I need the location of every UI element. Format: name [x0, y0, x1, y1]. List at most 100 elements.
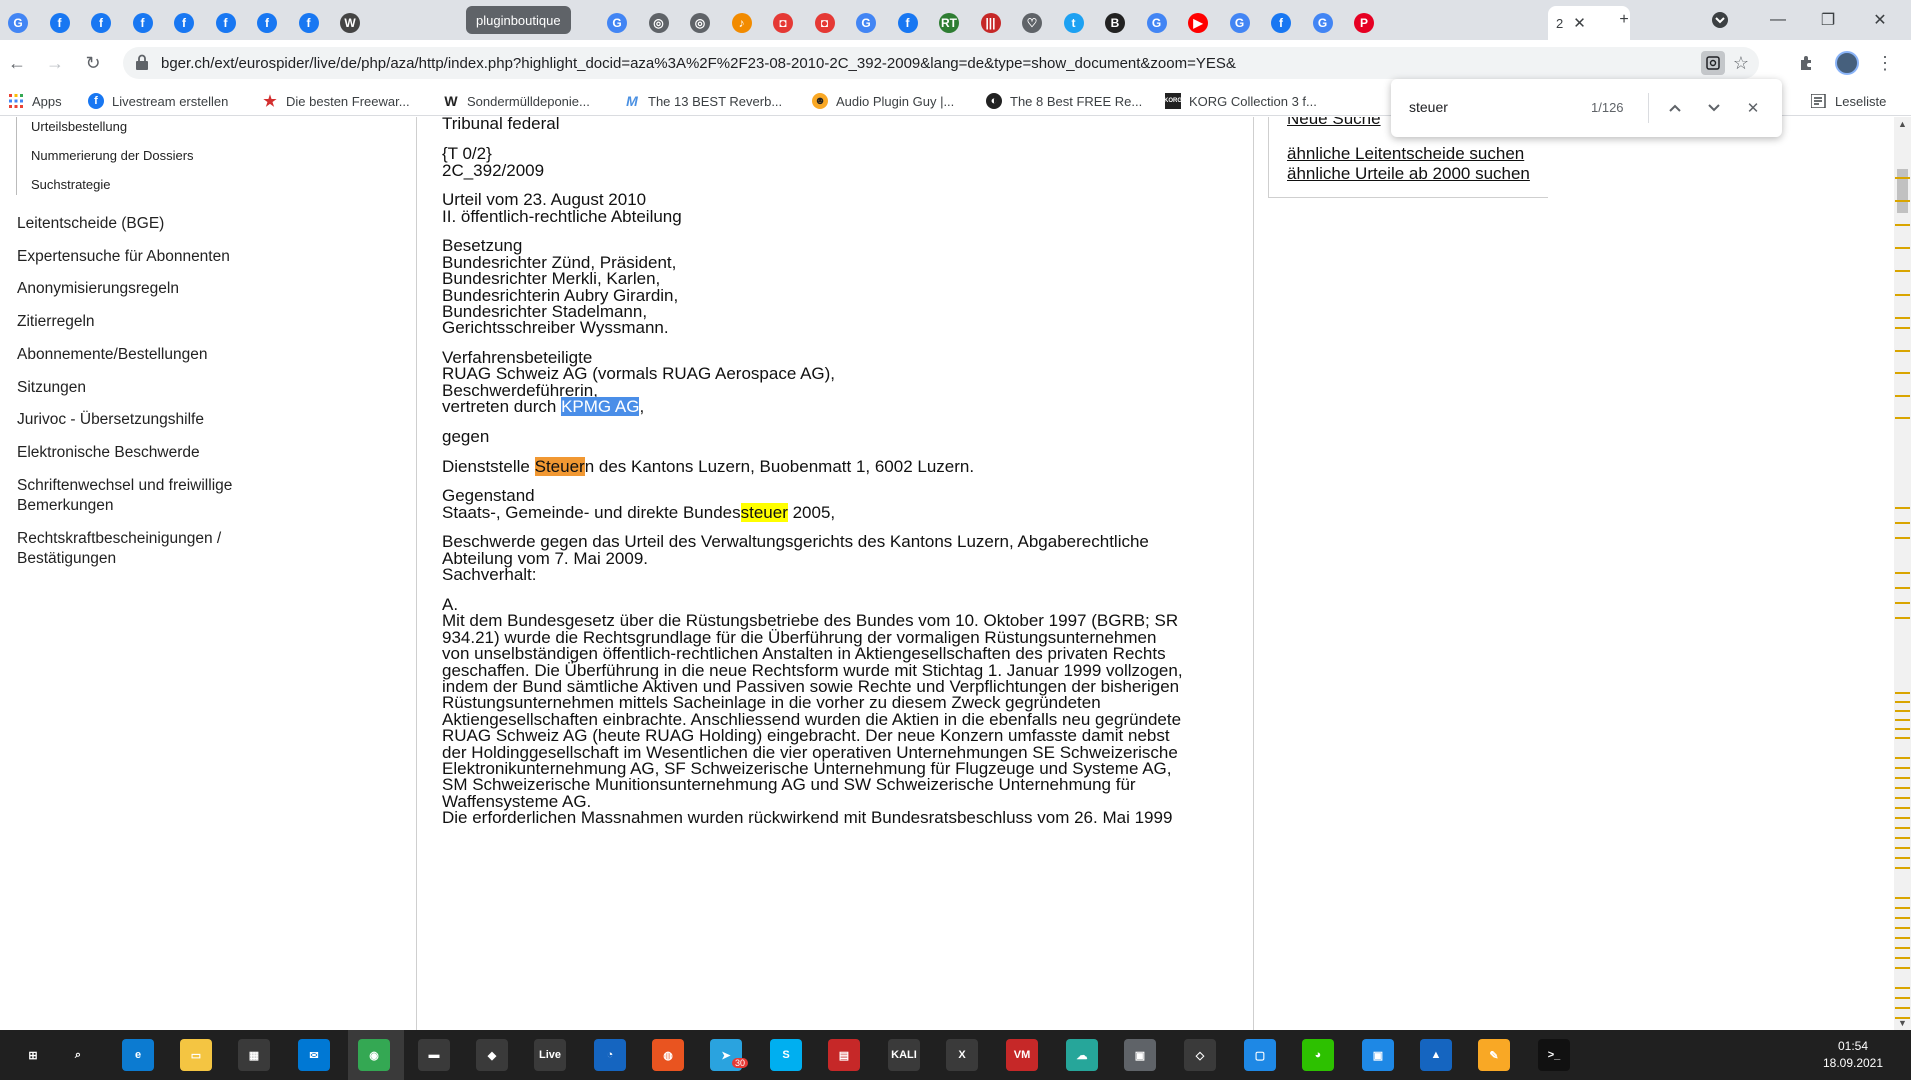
browser-tab[interactable]: ◘	[773, 6, 793, 40]
browser-tab[interactable]: f	[1271, 6, 1291, 40]
bookmark-item[interactable]: ★ Die besten Freewar...	[262, 92, 409, 110]
subnav-item[interactable]: Urteilsbestellung	[31, 119, 127, 134]
taskbar-edge-icon[interactable]: e	[122, 1039, 154, 1071]
page-scrollbar[interactable]: ▲ ▼	[1894, 117, 1911, 1030]
nav-item[interactable]: Abonnemente/Bestellungen	[17, 345, 207, 365]
find-close-icon[interactable]: ✕	[1741, 96, 1765, 120]
taskbar-kali-icon[interactable]: KALI	[888, 1039, 920, 1071]
nav-item[interactable]: Expertensuche für Abonnenten	[17, 247, 230, 267]
taskbar-app-icon[interactable]: ▬	[418, 1039, 450, 1071]
taskbar-chrome-icon[interactable]: ◉	[358, 1039, 390, 1071]
browser-tab[interactable]: G	[1146, 6, 1167, 40]
restore-icon[interactable]: ❐	[1816, 8, 1840, 32]
browser-tab[interactable]: ◘	[814, 6, 835, 40]
browser-tab[interactable]: RT	[939, 6, 959, 40]
nav-item[interactable]: Zitierregeln	[17, 312, 95, 332]
taskbar-wechat-icon[interactable]: ◕	[1302, 1039, 1334, 1071]
browser-tab[interactable]: f	[174, 6, 194, 40]
taskbar-inkscape-icon[interactable]: ◆	[476, 1039, 508, 1071]
bookmark-item[interactable]: W Sondermülldeponie...	[443, 92, 589, 110]
browser-tab[interactable]: f	[132, 6, 153, 40]
back-icon[interactable]: ←	[4, 50, 30, 76]
browser-tab[interactable]: f	[215, 6, 236, 40]
find-in-page-icon[interactable]	[1701, 51, 1725, 75]
reading-list[interactable]: Leseliste	[1811, 92, 1886, 110]
taskbar-terminal-icon[interactable]: >_	[1538, 1039, 1570, 1071]
browser-tab[interactable]: G	[856, 6, 876, 40]
browser-tab[interactable]: G	[607, 6, 627, 40]
find-previous-icon[interactable]	[1663, 96, 1687, 120]
taskbar-app-icon[interactable]: ▣	[1124, 1039, 1156, 1071]
taskbar-skype-icon[interactable]: S	[770, 1039, 802, 1071]
find-next-icon[interactable]	[1702, 96, 1726, 120]
taskbar-store-icon[interactable]: ▦	[238, 1039, 270, 1071]
nav-item[interactable]: Anonymisierungsregeln	[17, 279, 179, 299]
taskbar-start-icon[interactable]: ⊞	[17, 1039, 49, 1071]
browser-tab[interactable]: f	[298, 6, 319, 40]
taskbar-file-explorer-icon[interactable]: ▭	[180, 1039, 212, 1071]
browser-tab[interactable]: ◎	[690, 6, 710, 40]
browser-tab[interactable]: |||	[980, 6, 1001, 40]
bookmark-item[interactable]: f Livestream erstellen	[88, 92, 228, 110]
subnav-item[interactable]: Nummerierung der Dossiers	[31, 148, 194, 163]
nav-item[interactable]: Bemerkungen	[17, 496, 114, 516]
nav-item[interactable]: Bestätigungen	[17, 549, 116, 569]
taskbar-ubuntu-icon[interactable]: ◍	[652, 1039, 684, 1071]
similar-leading-cases-link[interactable]: ähnliche Leitentscheide suchen	[1287, 144, 1524, 164]
taskbar-app-icon[interactable]: ☁	[1066, 1039, 1098, 1071]
close-tab-icon[interactable]: ✕	[1573, 14, 1586, 32]
nav-item[interactable]: Leitentscheide (BGE)	[17, 214, 164, 234]
extensions-icon[interactable]	[1794, 50, 1820, 76]
browser-tab[interactable]: ♪	[731, 6, 752, 40]
subnav-item[interactable]: Suchstrategie	[31, 177, 111, 192]
new-tab-icon[interactable]: +	[1612, 8, 1636, 32]
address-bar[interactable]: bger.ch/ext/eurospider/live/de/php/aza/h…	[123, 47, 1759, 79]
new-search-link[interactable]: Neue Suche	[1287, 117, 1381, 129]
browser-tab[interactable]: f	[897, 6, 918, 40]
browser-tab[interactable]: ♡	[1022, 6, 1042, 40]
browser-tab[interactable]: t	[1063, 6, 1084, 40]
scroll-down-icon[interactable]: ▼	[1898, 1018, 1907, 1028]
taskbar-notepad-icon[interactable]: ✎	[1478, 1039, 1510, 1071]
taskbar-photos-icon[interactable]: ▲	[1420, 1039, 1452, 1071]
tab-pluginboutique[interactable]: pluginboutique	[466, 6, 571, 34]
taskbar-app-icon[interactable]: ▢	[1244, 1039, 1276, 1071]
browser-tab[interactable]: P	[1354, 6, 1374, 40]
forward-icon[interactable]: →	[42, 50, 68, 76]
bookmark-star-icon[interactable]: ☆	[1729, 51, 1753, 75]
browser-tab[interactable]: W	[340, 6, 360, 40]
taskbar-virtualbox-icon[interactable]: ◇	[1184, 1039, 1216, 1071]
bookmark-item[interactable]: M The 13 BEST Reverb...	[624, 92, 782, 110]
lock-icon[interactable]	[135, 54, 149, 75]
browser-tab[interactable]: G	[8, 6, 28, 40]
system-clock[interactable]: 01:54 18.09.2021	[1808, 1038, 1898, 1072]
browser-tab[interactable]: B	[1105, 6, 1125, 40]
menu-icon[interactable]: ⋮	[1872, 50, 1898, 76]
nav-item[interactable]: Rechtskraftbescheinigungen /	[17, 529, 221, 549]
browser-tab[interactable]: f	[91, 6, 111, 40]
bookmark-apps[interactable]: Apps	[8, 92, 62, 110]
close-window-icon[interactable]: ✕	[1868, 8, 1892, 32]
browser-tab[interactable]: ◎	[648, 6, 669, 40]
find-input[interactable]: steuer	[1409, 99, 1448, 115]
browser-tab[interactable]: f	[257, 6, 277, 40]
profile-avatar[interactable]	[1834, 50, 1860, 76]
taskbar-search-icon[interactable]: ⌕	[62, 1039, 94, 1071]
taskbar-app-icon[interactable]: ▣	[1362, 1039, 1394, 1071]
taskbar-app-icon[interactable]: ▤	[828, 1039, 860, 1071]
nav-item[interactable]: Sitzungen	[17, 378, 86, 398]
reload-icon[interactable]: ↻	[80, 50, 106, 76]
browser-tab[interactable]: f	[49, 6, 70, 40]
taskbar-app-icon[interactable]: ◔	[594, 1039, 626, 1071]
nav-item[interactable]: Jurivoc - Übersetzungshilfe	[17, 410, 204, 430]
minimize-icon[interactable]: —	[1766, 8, 1790, 32]
nav-item[interactable]: Elektronische Beschwerde	[17, 443, 200, 463]
bookmark-item[interactable]: ◐ The 8 Best FREE Re...	[986, 92, 1142, 110]
taskbar-live-icon[interactable]: Live	[534, 1039, 566, 1071]
scroll-up-icon[interactable]: ▲	[1898, 119, 1907, 129]
browser-tab[interactable]: G	[1312, 6, 1333, 40]
taskbar-x-app-icon[interactable]: X	[946, 1039, 978, 1071]
bookmark-item[interactable]: KORG KORG Collection 3 f...	[1164, 92, 1317, 110]
browser-tab[interactable]: ▶	[1188, 6, 1208, 40]
taskbar-mail-icon[interactable]: ✉	[298, 1039, 330, 1071]
